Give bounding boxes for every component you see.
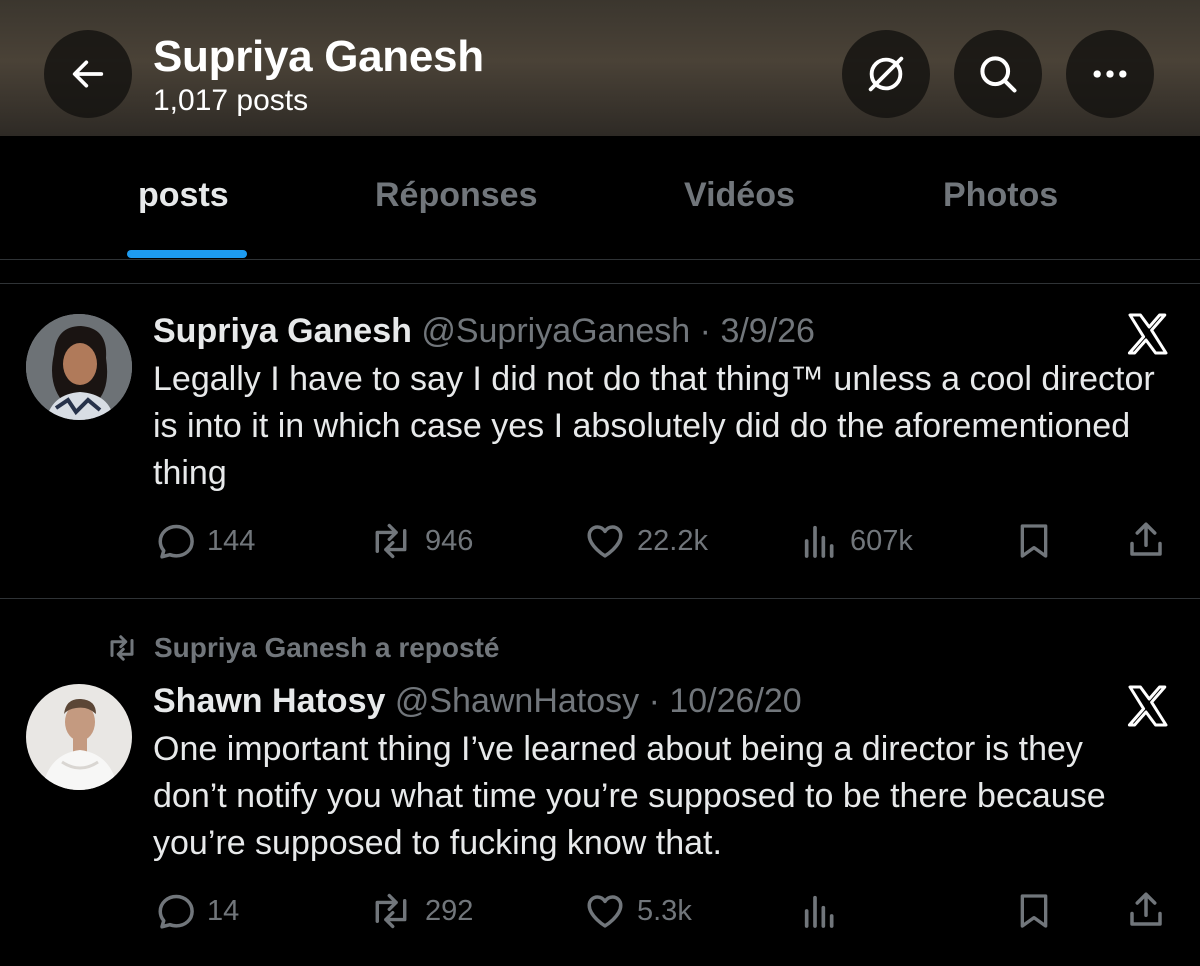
repost-button[interactable]: 946 bbox=[367, 520, 473, 562]
search-icon bbox=[980, 56, 1017, 93]
like-count: 5.3k bbox=[637, 894, 692, 927]
repost-count: 946 bbox=[425, 524, 474, 557]
more-icon bbox=[1093, 70, 1127, 78]
views-icon bbox=[804, 895, 834, 928]
share-icon bbox=[1130, 892, 1162, 926]
tweet-text: Legally I have to say I did not do that … bbox=[153, 360, 1155, 492]
more-button[interactable] bbox=[1066, 30, 1154, 118]
author-name[interactable]: Supriya Ganesh bbox=[153, 312, 412, 350]
reply-button[interactable]: 144 bbox=[155, 520, 255, 562]
divider bbox=[0, 283, 1200, 284]
profile-header: Supriya Ganesh 1,017 posts bbox=[0, 0, 1200, 136]
tweet-text: One important thing I’ve learned about b… bbox=[153, 730, 1106, 862]
grok-icon bbox=[868, 56, 904, 92]
back-arrow-icon bbox=[72, 60, 104, 88]
reply-count: 14 bbox=[207, 894, 240, 927]
separator-dot: · bbox=[639, 682, 670, 720]
avatar-image bbox=[26, 314, 132, 420]
x-logo-icon bbox=[1127, 685, 1168, 727]
separator-dot: · bbox=[690, 312, 721, 350]
heart-icon bbox=[587, 525, 623, 558]
avatar[interactable] bbox=[26, 684, 132, 790]
repost-icon bbox=[375, 893, 407, 929]
avatar-image bbox=[26, 684, 132, 790]
grok-button[interactable] bbox=[842, 30, 930, 118]
repost-indicator: Supriya Ganesh a reposté bbox=[104, 632, 499, 664]
repost-icon bbox=[110, 635, 134, 661]
reply-count: 144 bbox=[207, 524, 256, 557]
bookmark-button[interactable] bbox=[1014, 890, 1054, 932]
reply-icon bbox=[158, 894, 194, 929]
repost-icon bbox=[375, 523, 407, 559]
active-tab-indicator bbox=[127, 250, 247, 258]
profile-name: Supriya Ganesh bbox=[153, 32, 484, 81]
divider bbox=[0, 598, 1200, 599]
like-button[interactable]: 5.3k bbox=[583, 890, 692, 932]
x-logo-icon bbox=[1127, 313, 1168, 355]
repost-button[interactable]: 292 bbox=[367, 890, 473, 932]
like-count: 22.2k bbox=[637, 524, 708, 557]
tab-photos[interactable]: Photos bbox=[943, 176, 1058, 215]
heart-icon bbox=[587, 895, 623, 928]
repost-note-text[interactable]: Supriya Ganesh a reposté bbox=[154, 632, 499, 664]
tab-posts[interactable]: posts bbox=[138, 176, 229, 215]
tweet-header: Shawn Hatosy @ShawnHatosy · 10/26/20 bbox=[153, 682, 802, 721]
tweet-date[interactable]: 10/26/20 bbox=[669, 682, 801, 720]
bookmark-icon bbox=[1020, 894, 1048, 928]
repost-count: 292 bbox=[425, 894, 474, 927]
tweet-header: Supriya Ganesh @SupriyaGanesh · 3/9/26 bbox=[153, 312, 815, 351]
views-button[interactable] bbox=[800, 890, 850, 932]
profile-tabs: posts Réponses Vidéos Photos bbox=[0, 136, 1200, 260]
views-button[interactable]: 607k bbox=[800, 520, 913, 562]
search-button[interactable] bbox=[954, 30, 1042, 118]
back-button[interactable] bbox=[44, 30, 132, 118]
author-handle[interactable]: @ShawnHatosy bbox=[395, 682, 639, 720]
share-button[interactable] bbox=[1125, 518, 1167, 562]
views-count: 607k bbox=[850, 524, 913, 557]
author-name[interactable]: Shawn Hatosy bbox=[153, 682, 385, 720]
share-icon bbox=[1130, 522, 1162, 556]
bookmark-icon bbox=[1020, 524, 1048, 558]
reply-button[interactable]: 14 bbox=[155, 890, 239, 932]
tab-replies[interactable]: Réponses bbox=[375, 176, 538, 215]
like-button[interactable]: 22.2k bbox=[583, 520, 708, 562]
views-icon bbox=[804, 525, 834, 558]
author-handle[interactable]: @SupriyaGanesh bbox=[421, 312, 690, 350]
avatar[interactable] bbox=[26, 314, 132, 420]
tweet-date[interactable]: 3/9/26 bbox=[720, 312, 815, 350]
tab-videos[interactable]: Vidéos bbox=[684, 176, 795, 215]
reply-icon bbox=[158, 524, 194, 559]
bookmark-button[interactable] bbox=[1014, 520, 1054, 562]
post-count: 1,017 posts bbox=[153, 84, 309, 117]
share-button[interactable] bbox=[1125, 888, 1167, 932]
